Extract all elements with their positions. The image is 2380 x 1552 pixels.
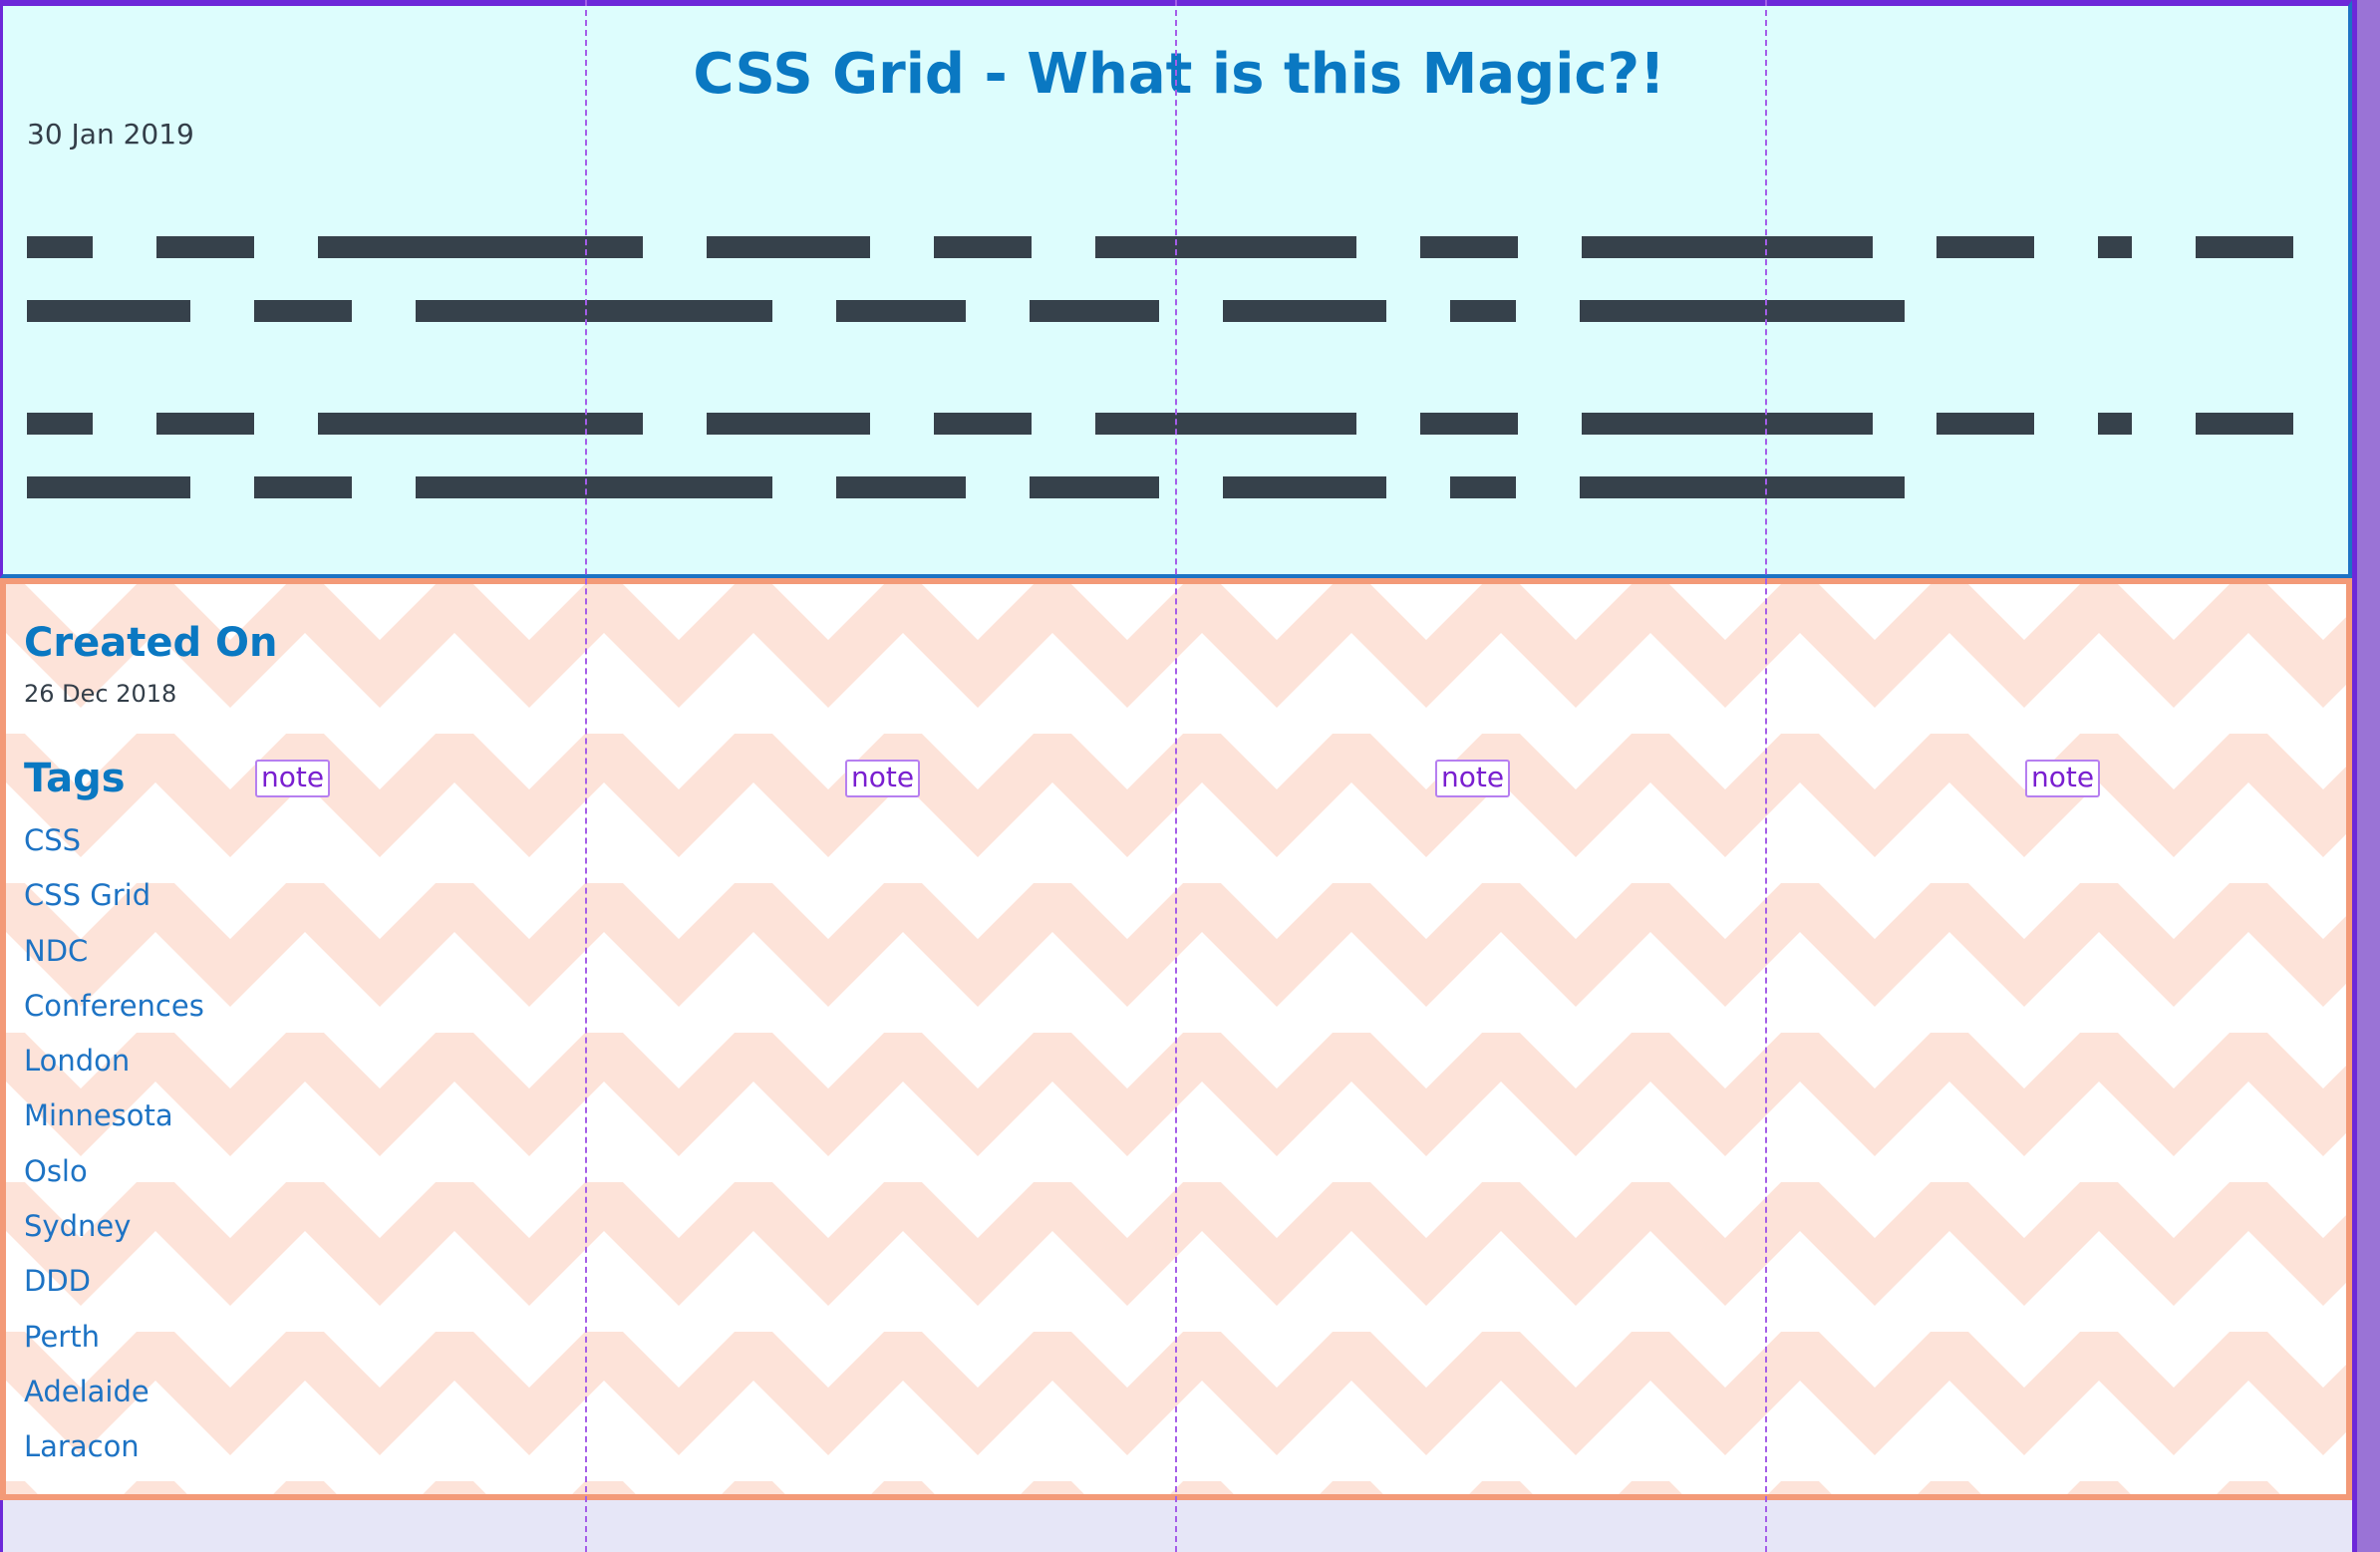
created-date: 26 Dec 2018 [24, 680, 177, 708]
tag-link[interactable]: Laracon [24, 1429, 140, 1463]
grid-note-label: note [845, 760, 921, 797]
tag-link[interactable]: CSS [24, 823, 81, 857]
tag-item[interactable]: CSS Grid [24, 874, 204, 929]
chevron-background [6, 584, 2346, 1494]
tag-link[interactable]: DDD [24, 1264, 91, 1298]
tag-link[interactable]: Minnesota [24, 1098, 173, 1132]
scrollbar-track[interactable] [2357, 0, 2380, 1552]
tag-item[interactable]: Sydney [24, 1205, 204, 1260]
redacted-text-line [27, 413, 2293, 435]
tag-link[interactable]: Adelaide [24, 1375, 149, 1408]
article-title: CSS Grid - What is this Magic?! [693, 42, 1665, 107]
grid-note-label: note [1435, 760, 1511, 797]
tag-link[interactable]: Sydney [24, 1209, 131, 1243]
redacted-text-line [27, 300, 1905, 322]
meta-section: Created On 26 Dec 2018 Tags CSS CSS Grid… [0, 578, 2352, 1500]
tag-link[interactable]: London [24, 1044, 130, 1078]
tag-link[interactable]: Oslo [24, 1154, 88, 1188]
article-header: CSS Grid - What is this Magic?! 30 Jan 2… [0, 0, 2352, 578]
tag-item[interactable]: Minnesota [24, 1094, 204, 1149]
tag-item[interactable]: CSS [24, 819, 204, 874]
tag-link[interactable]: NDC [24, 934, 88, 968]
tag-item[interactable]: Conferences [24, 985, 204, 1040]
redacted-text-line [27, 476, 1905, 498]
tag-item[interactable]: Oslo [24, 1150, 204, 1205]
tag-item[interactable]: London [24, 1040, 204, 1094]
tag-item[interactable]: Perth [24, 1316, 204, 1371]
tag-item[interactable]: Laracon [24, 1425, 204, 1480]
tags-heading: Tags [24, 756, 126, 801]
tag-link[interactable]: CSS Grid [24, 878, 150, 912]
grid-note-label: note [2025, 760, 2101, 797]
article-date: 30 Jan 2019 [27, 118, 194, 151]
grid-note-label: note [255, 760, 331, 797]
tags-list: CSS CSS Grid NDC Conferences London Minn… [24, 819, 204, 1481]
tag-item[interactable]: Adelaide [24, 1371, 204, 1425]
created-on-heading: Created On [24, 620, 278, 666]
tag-link[interactable]: Perth [24, 1320, 100, 1354]
redacted-text-line [27, 236, 2293, 258]
tag-item[interactable]: DDD [24, 1260, 204, 1315]
tag-link[interactable]: Conferences [24, 989, 204, 1023]
tag-item[interactable]: NDC [24, 930, 204, 985]
